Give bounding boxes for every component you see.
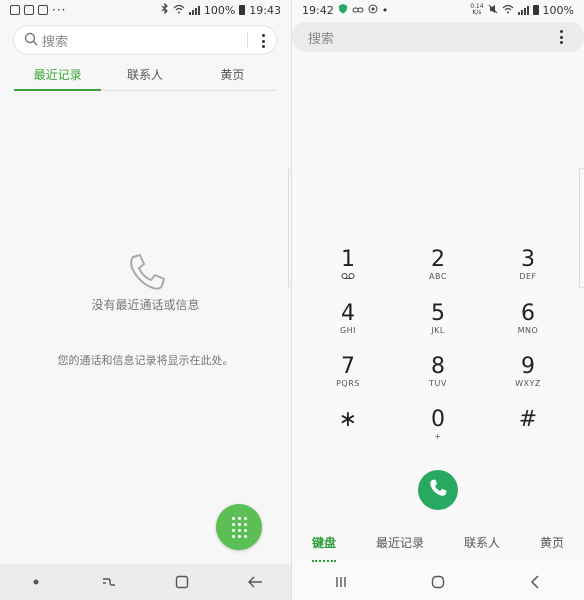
recents-icon[interactable] — [97, 570, 121, 594]
right-status-left: 19:42 • — [302, 3, 388, 17]
mute-icon — [488, 4, 498, 17]
dialpad-fab[interactable] — [216, 504, 262, 550]
tab-recents[interactable]: 最近记录 — [14, 64, 102, 91]
battery-level: 100% — [203, 3, 236, 17]
search-bar[interactable]: 搜索 — [292, 22, 584, 52]
signal-icon — [517, 5, 529, 15]
back-icon[interactable] — [243, 570, 267, 594]
key-1[interactable]: 1 — [313, 248, 383, 283]
battery-icon — [239, 5, 246, 15]
key-5[interactable]: 5 JKL — [403, 302, 473, 336]
home-icon[interactable] — [170, 570, 194, 594]
left-phone-screen: ··· 100% 19:43 搜索 最近记录 联系人 黄页 没有最近通话或信息 … — [0, 0, 292, 600]
more-notifications-icon: ··· — [52, 3, 67, 17]
left-status-bar: ··· 100% 19:43 — [0, 0, 291, 20]
search-icon — [24, 31, 38, 50]
call-button[interactable] — [418, 470, 458, 510]
cat-icon-2 — [38, 5, 48, 15]
battery-icon — [532, 5, 539, 15]
status-dot: • — [381, 3, 389, 17]
cat-icon — [24, 5, 34, 15]
phone-call-icon — [428, 478, 448, 502]
key-8[interactable]: 8 TUV — [403, 355, 473, 389]
shield-icon — [338, 3, 348, 17]
tab-bar: 最近记录 联系人 黄页 — [14, 64, 276, 91]
empty-state-title: 没有最近通话或信息 — [91, 298, 200, 312]
tab-yellow-pages[interactable]: 黄页 — [189, 64, 276, 90]
screenshot-root: ··· 100% 19:43 搜索 最近记录 联系人 黄页 没有最近通话或信息 … — [0, 0, 584, 600]
key-2[interactable]: 2 ABC — [403, 248, 473, 282]
link-icon — [352, 4, 364, 17]
tab-recents[interactable]: 最近记录 — [376, 534, 424, 558]
key-0[interactable]: 0 + — [403, 408, 473, 442]
bag-icon — [10, 5, 20, 15]
target-icon — [368, 4, 378, 17]
home-icon[interactable] — [426, 570, 450, 594]
search-placeholder: 搜索 — [308, 31, 335, 47]
wifi-icon — [173, 4, 185, 17]
back-icon[interactable] — [523, 570, 547, 594]
right-phone-screen: 19:42 • 0.14 K/s 100% 搜索 1 2 ABC 3 DEF 4… — [292, 0, 584, 600]
more-options-icon[interactable] — [560, 30, 564, 44]
tab-contacts[interactable]: 联系人 — [101, 64, 188, 90]
status-time: 19:42 — [302, 3, 334, 17]
dialpad-icon — [231, 516, 247, 538]
tab-contacts[interactable]: 联系人 — [464, 534, 500, 558]
search-bar[interactable]: 搜索 — [14, 26, 276, 54]
key-7[interactable]: 7 PQRS — [313, 355, 383, 389]
key-star[interactable]: ∗ — [313, 408, 383, 432]
data-rate: 0.14 K/s — [470, 3, 484, 16]
more-options-icon[interactable] — [262, 34, 266, 48]
phone-icon — [125, 251, 167, 293]
right-navigation-bar — [292, 564, 584, 600]
empty-state-description: 您的通话和信息记录将显示在此处。 — [57, 354, 234, 367]
search-divider — [247, 32, 248, 48]
dot-icon[interactable] — [24, 570, 48, 594]
key-6[interactable]: 6 MNO — [493, 302, 563, 336]
bottom-tab-bar: 键盘 最近记录 联系人 黄页 — [292, 534, 584, 562]
voicemail-icon — [313, 272, 383, 283]
right-status-right: 0.14 K/s 100% — [470, 4, 574, 17]
key-hash[interactable]: # — [493, 408, 563, 432]
key-9[interactable]: 9 WXYZ — [493, 355, 563, 389]
signal-icon — [188, 5, 200, 15]
tab-yellow-pages[interactable]: 黄页 — [540, 534, 564, 558]
search-placeholder: 搜索 — [42, 34, 69, 50]
left-status-right: 100% 19:43 — [161, 2, 281, 17]
status-time: 19:43 — [249, 3, 281, 17]
battery-level: 100% — [542, 3, 574, 17]
dialpad: 1 2 ABC 3 DEF 4 GHI 5 JKL 6 MNO 7 PQRS 8… — [304, 248, 572, 448]
key-4[interactable]: 4 GHI — [313, 302, 383, 336]
recents-icon[interactable] — [329, 570, 353, 594]
tab-keypad[interactable]: 键盘 — [311, 534, 337, 562]
edge-panel-handle[interactable] — [579, 168, 584, 288]
bluetooth-icon — [161, 2, 169, 17]
wifi-icon — [502, 4, 514, 17]
left-status-left: ··· — [10, 3, 66, 17]
key-3[interactable]: 3 DEF — [493, 248, 563, 282]
right-status-bar: 19:42 • 0.14 K/s 100% — [292, 0, 584, 20]
left-navigation-bar — [0, 564, 291, 600]
